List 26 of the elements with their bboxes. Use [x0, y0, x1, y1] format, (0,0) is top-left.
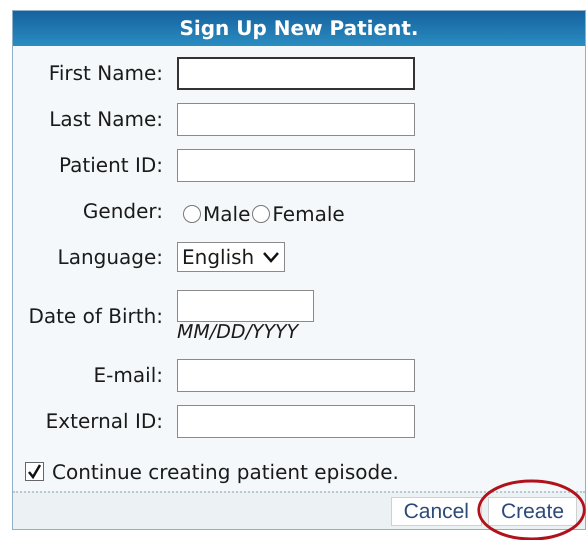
date-field[interactable] — [177, 290, 314, 322]
radio-label: Female — [272, 201, 345, 228]
field-label: External ID: — [44, 408, 163, 435]
radio-button[interactable] — [252, 205, 270, 223]
checkbox-label: Continue creating patient episode. — [52, 458, 399, 486]
field-label: Gender: — [82, 198, 163, 225]
input-field[interactable] — [177, 102, 415, 136]
dialog-button[interactable]: Cancel — [390, 497, 482, 526]
radio-button[interactable] — [183, 205, 201, 223]
dialog-title: Sign Up New Patient. — [13, 11, 585, 46]
chevron-icon — [262, 251, 280, 263]
input-field[interactable] — [177, 358, 415, 392]
dialog-button[interactable]: Create — [488, 497, 577, 526]
input-field[interactable] — [177, 148, 415, 182]
field-label: Last Name: — [48, 106, 163, 133]
date-format-hint: MM/DD/YYYY — [177, 322, 300, 342]
field-label: Date of Birth: — [27, 303, 163, 330]
input-field[interactable] — [177, 56, 415, 90]
field-label: Patient ID: — [58, 152, 163, 179]
checkbox[interactable] — [25, 462, 44, 482]
input-field[interactable] — [177, 404, 415, 438]
language-select[interactable]: English — [177, 242, 286, 272]
radio-label: Male — [203, 201, 250, 228]
field-label: First Name: — [48, 60, 163, 87]
field-label: Language: — [56, 244, 163, 271]
field-label: E-mail: — [92, 362, 163, 389]
